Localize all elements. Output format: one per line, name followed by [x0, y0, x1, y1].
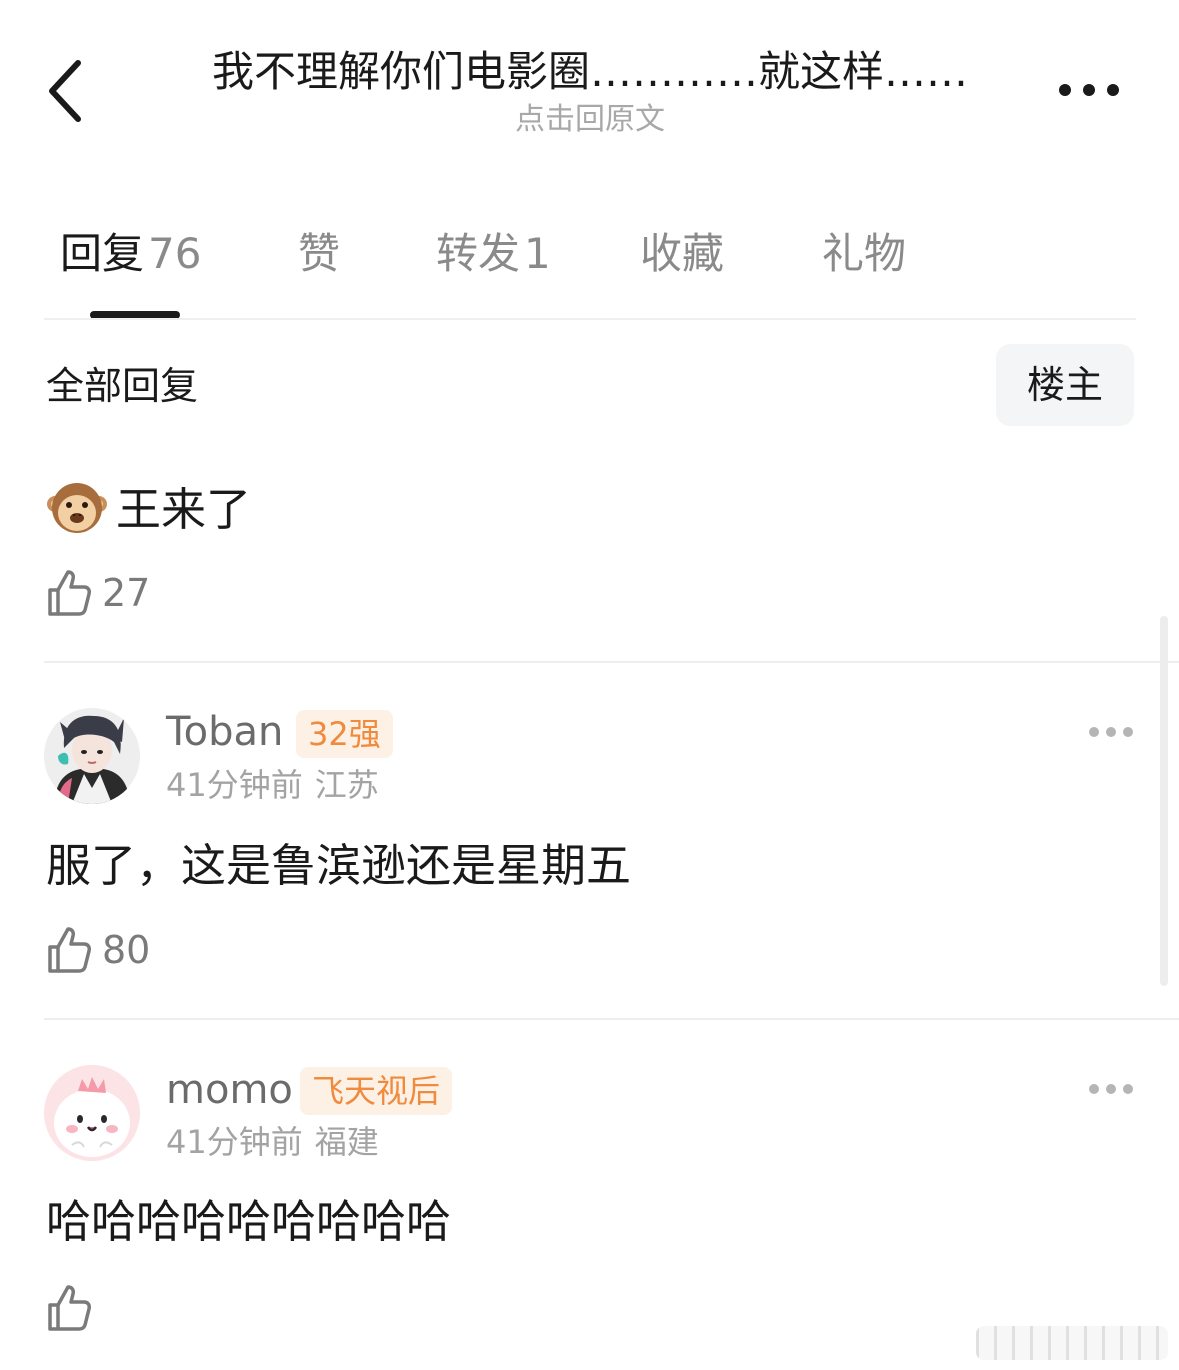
- more-horizontal-icon: [1089, 727, 1133, 737]
- all-replies-heading: 全部回复: [46, 364, 199, 408]
- see-no-evil-monkey-icon: [47, 483, 107, 533]
- post-title-block[interactable]: 我不理解你们电影圈…………就这样…… 点击回原文: [190, 44, 990, 140]
- username[interactable]: Toban: [166, 706, 283, 758]
- user-avatar-image: [44, 708, 140, 804]
- like-button[interactable]: 27: [46, 568, 156, 618]
- tab-label: 礼物: [822, 229, 907, 278]
- more-horizontal-icon: [1059, 84, 1119, 96]
- comment-text: 服了，这是鲁滨逊还是星期五: [46, 839, 632, 892]
- thumbs-up-icon: [48, 927, 91, 973]
- divider: [44, 1018, 1179, 1020]
- tab-likes[interactable]: 赞: [298, 226, 340, 282]
- comment-meta: 41分钟前 福建: [166, 1121, 379, 1163]
- comment-more-button[interactable]: [1086, 720, 1136, 744]
- like-button[interactable]: [46, 1283, 106, 1333]
- chevron-left-icon: [49, 60, 81, 122]
- tab-favorites[interactable]: 收藏: [640, 226, 724, 282]
- tab-replies[interactable]: 回复76: [60, 226, 201, 282]
- tab-reposts[interactable]: 转发1: [436, 226, 551, 282]
- thumbs-up-icon: [48, 570, 91, 616]
- comment-more-button[interactable]: [1086, 1077, 1136, 1101]
- user-badge: 飞天视后: [300, 1067, 453, 1115]
- more-horizontal-icon: [1089, 1084, 1133, 1094]
- more-options-button[interactable]: [1052, 70, 1132, 110]
- tab-count: 1: [524, 229, 551, 278]
- watermark: [976, 1326, 1168, 1360]
- comment-meta: 41分钟前 江苏: [166, 764, 379, 806]
- avatar[interactable]: [44, 1065, 140, 1161]
- tab-label: 赞: [298, 229, 341, 278]
- tab-bar: 回复76 赞 转发1 收藏 礼物: [0, 220, 1179, 320]
- user-avatar-image: [44, 1065, 140, 1161]
- back-to-original-link[interactable]: 点击回原文: [190, 100, 990, 140]
- like-count: 80: [102, 928, 151, 972]
- op-only-button[interactable]: 楼主: [996, 344, 1134, 426]
- like-count: 27: [102, 571, 151, 615]
- back-button[interactable]: [40, 55, 96, 127]
- post-title[interactable]: 我不理解你们电影圈…………就这样……: [190, 44, 990, 100]
- tab-label: 收藏: [640, 229, 725, 278]
- comment-text: 王来了: [116, 483, 252, 536]
- comment-text: 哈哈哈哈哈哈哈哈哈: [46, 1195, 452, 1248]
- comment-time: 41分钟前: [166, 1123, 303, 1161]
- scrollbar[interactable]: [1160, 616, 1168, 986]
- divider: [44, 661, 1179, 663]
- comment-location: 福建: [314, 1123, 379, 1161]
- user-badge: 32强: [296, 710, 393, 758]
- header-bar: 我不理解你们电影圈…………就这样…… 点击回原文: [0, 0, 1179, 170]
- comment-location: 江苏: [314, 766, 379, 804]
- avatar[interactable]: [44, 708, 140, 804]
- username[interactable]: momo: [166, 1064, 293, 1116]
- divider: [44, 318, 1136, 320]
- tab-label: 转发: [436, 229, 521, 278]
- thumbs-up-icon: [48, 1285, 91, 1331]
- tab-label: 回复: [60, 229, 145, 278]
- tab-gifts[interactable]: 礼物: [822, 226, 906, 282]
- like-button[interactable]: 80: [46, 925, 156, 975]
- tab-count: 76: [148, 229, 202, 278]
- comment-time: 41分钟前: [166, 766, 303, 804]
